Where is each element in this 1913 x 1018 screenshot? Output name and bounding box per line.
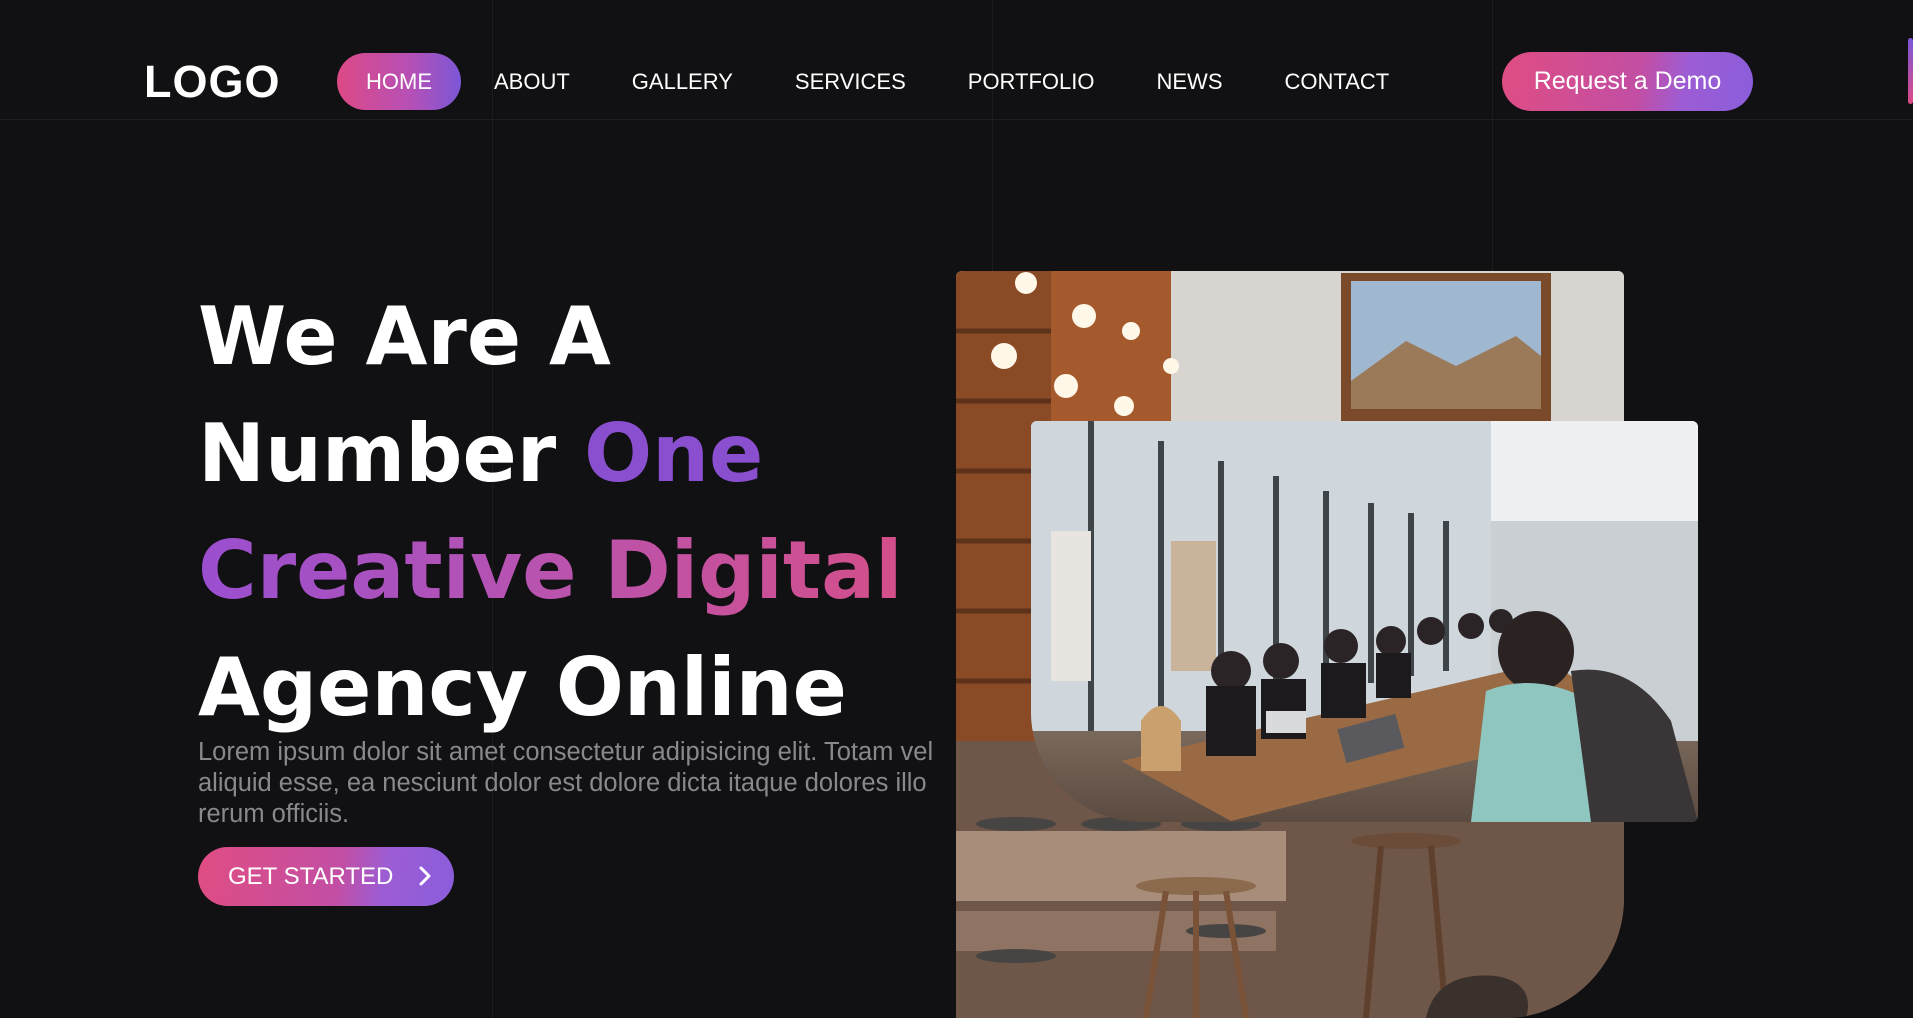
hero-title-one: One bbox=[584, 407, 764, 500]
nav-news[interactable]: NEWS bbox=[1128, 53, 1252, 110]
hero-title-number: Number bbox=[198, 407, 585, 500]
meeting-room-image bbox=[1031, 421, 1698, 822]
nav-services[interactable]: SERVICES bbox=[766, 53, 935, 110]
header-divider bbox=[0, 119, 1913, 120]
main-nav: HOME ABOUT GALLERY SERVICES PORTFOLIO NE… bbox=[337, 53, 1422, 110]
nav-contact[interactable]: CONTACT bbox=[1256, 53, 1419, 110]
request-demo-button[interactable]: Request a Demo bbox=[1502, 52, 1753, 111]
logo[interactable]: LOGO bbox=[144, 56, 281, 108]
get-started-button[interactable]: GET STARTED bbox=[198, 847, 454, 906]
hero-title-line-3: Creative Digital bbox=[198, 512, 903, 629]
hero-title-line-4: Agency Online bbox=[198, 641, 847, 734]
hero-title: We Are A Number One Creative Digital Age… bbox=[198, 278, 903, 746]
scroll-indicator[interactable] bbox=[1908, 38, 1913, 104]
chevron-right-icon bbox=[414, 865, 436, 887]
hero-description: Lorem ipsum dolor sit amet consectetur a… bbox=[198, 738, 934, 828]
hero-title-line-2: Number One bbox=[198, 395, 903, 512]
get-started-label: GET STARTED bbox=[228, 862, 394, 890]
hero-title-line-1: We Are A bbox=[198, 290, 611, 383]
nav-home[interactable]: HOME bbox=[337, 53, 461, 110]
nav-about[interactable]: ABOUT bbox=[465, 53, 599, 110]
nav-gallery[interactable]: GALLERY bbox=[603, 53, 762, 110]
nav-portfolio[interactable]: PORTFOLIO bbox=[939, 53, 1124, 110]
